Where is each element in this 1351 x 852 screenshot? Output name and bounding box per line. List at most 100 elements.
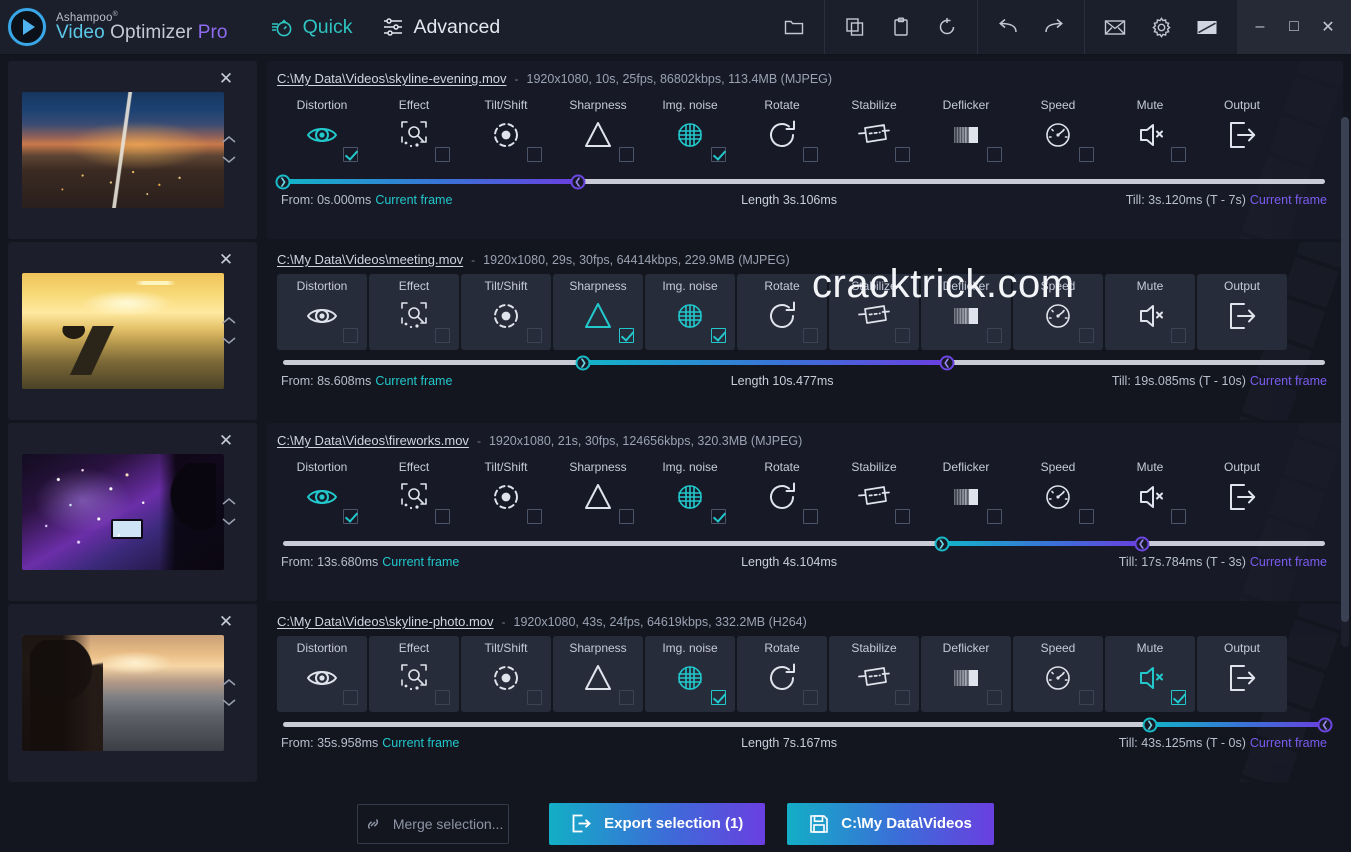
reset-icon[interactable] <box>933 13 961 41</box>
chevron-down-icon[interactable] <box>221 334 237 347</box>
file-path-link[interactable]: C:\My Data\Videos\skyline-evening.mov <box>277 71 507 86</box>
tool-checkbox-sharpness[interactable] <box>619 509 634 524</box>
thumbnail-image-skyline-photo[interactable] <box>22 635 224 751</box>
tool-speed[interactable]: Speed <box>1013 274 1103 350</box>
till-current-frame-link[interactable]: Current frame <box>1250 555 1327 569</box>
tool-output[interactable]: Output <box>1197 636 1287 712</box>
tool-checkbox-stabilize[interactable] <box>895 509 910 524</box>
tool-checkbox-mute[interactable] <box>1171 509 1186 524</box>
tab-quick[interactable]: Quick <box>270 15 352 39</box>
tool-output[interactable]: Output <box>1197 93 1287 169</box>
from-current-frame-link[interactable]: Current frame <box>382 555 459 569</box>
effect-icon[interactable] <box>397 299 431 333</box>
speed-gauge-icon[interactable] <box>1041 118 1075 152</box>
img-noise-grid-icon[interactable] <box>673 480 707 514</box>
tool-checkbox-img--noise[interactable] <box>711 509 726 524</box>
tool-tilt-shift[interactable]: Tilt/Shift <box>461 93 551 169</box>
output-export-icon[interactable] <box>1225 480 1259 514</box>
file-path-link[interactable]: C:\My Data\Videos\fireworks.mov <box>277 433 469 448</box>
export-selection-button[interactable]: Export selection (1) <box>549 802 766 845</box>
speed-gauge-icon[interactable] <box>1041 480 1075 514</box>
rotate-icon[interactable] <box>765 661 799 695</box>
tool-checkbox-deflicker[interactable] <box>987 328 1002 343</box>
tool-checkbox-effect[interactable] <box>435 147 450 162</box>
tool-checkbox-distortion[interactable] <box>343 509 358 524</box>
tool-checkbox-sharpness[interactable] <box>619 328 634 343</box>
mute-icon[interactable] <box>1133 480 1167 514</box>
tool-checkbox-tilt-shift[interactable] <box>527 690 542 705</box>
effect-icon[interactable] <box>397 118 431 152</box>
tool-rotate[interactable]: Rotate <box>737 636 827 712</box>
tool-checkbox-tilt-shift[interactable] <box>527 147 542 162</box>
tool-checkbox-mute[interactable] <box>1171 147 1186 162</box>
tab-advanced[interactable]: Advanced <box>382 16 500 39</box>
mute-icon[interactable] <box>1133 299 1167 333</box>
thumbnail-card[interactable]: ✕ <box>8 61 257 239</box>
tool-checkbox-stabilize[interactable] <box>895 328 910 343</box>
chevron-down-icon[interactable] <box>221 153 237 166</box>
distortion-eye-icon[interactable] <box>305 118 339 152</box>
tool-checkbox-img--noise[interactable] <box>711 147 726 162</box>
tool-speed[interactable]: Speed <box>1013 455 1103 531</box>
tool-rotate[interactable]: Rotate <box>737 455 827 531</box>
tool-checkbox-effect[interactable] <box>435 509 450 524</box>
img-noise-grid-icon[interactable] <box>673 661 707 695</box>
thumbnail-image-skyline-evening[interactable] <box>22 92 224 208</box>
tool-img--noise[interactable]: Img. noise <box>645 93 735 169</box>
tool-checkbox-img--noise[interactable] <box>711 328 726 343</box>
tool-speed[interactable]: Speed <box>1013 636 1103 712</box>
thumbnail-image-meeting[interactable] <box>22 273 224 389</box>
tool-effect[interactable]: Effect <box>369 636 459 712</box>
tool-checkbox-rotate[interactable] <box>803 328 818 343</box>
reorder-arrows[interactable] <box>221 677 237 709</box>
slider-handle-start[interactable]: ❯ <box>575 355 591 370</box>
mute-icon[interactable] <box>1133 118 1167 152</box>
tool-rotate[interactable]: Rotate <box>737 274 827 350</box>
mail-icon[interactable] <box>1101 13 1129 41</box>
img-noise-grid-icon[interactable] <box>673 118 707 152</box>
effect-icon[interactable] <box>397 661 431 695</box>
tool-checkbox-tilt-shift[interactable] <box>527 328 542 343</box>
trim-slider[interactable]: ❯ ❮ From: 8s.608ms Current frame Length 1… <box>277 355 1331 388</box>
tool-deflicker[interactable]: Deflicker <box>921 93 1011 169</box>
chevron-up-icon[interactable] <box>221 677 237 690</box>
tool-checkbox-speed[interactable] <box>1079 690 1094 705</box>
tool-mute[interactable]: Mute <box>1105 274 1195 350</box>
from-current-frame-link[interactable]: Current frame <box>382 736 459 750</box>
speed-gauge-icon[interactable] <box>1041 661 1075 695</box>
till-current-frame-link[interactable]: Current frame <box>1250 736 1327 750</box>
output-path-button[interactable]: C:\My Data\Videos <box>787 802 994 845</box>
thumbnail-card[interactable]: ✕ <box>8 423 257 601</box>
img-noise-grid-icon[interactable] <box>673 299 707 333</box>
tool-img--noise[interactable]: Img. noise <box>645 274 735 350</box>
tool-mute[interactable]: Mute <box>1105 93 1195 169</box>
redo-icon[interactable] <box>1040 13 1068 41</box>
effect-icon[interactable] <box>397 480 431 514</box>
scrollbar-thumb[interactable] <box>1341 117 1349 622</box>
tool-checkbox-effect[interactable] <box>435 690 450 705</box>
tool-sharpness[interactable]: Sharpness <box>553 274 643 350</box>
tool-effect[interactable]: Effect <box>369 274 459 350</box>
tool-checkbox-distortion[interactable] <box>343 328 358 343</box>
tool-checkbox-deflicker[interactable] <box>987 147 1002 162</box>
tool-tilt-shift[interactable]: Tilt/Shift <box>461 636 551 712</box>
deflicker-icon[interactable] <box>949 661 983 695</box>
rotate-icon[interactable] <box>765 118 799 152</box>
tool-tilt-shift[interactable]: Tilt/Shift <box>461 274 551 350</box>
distortion-eye-icon[interactable] <box>305 299 339 333</box>
tilt-shift-icon[interactable] <box>489 661 523 695</box>
slider-handle-end[interactable]: ❮ <box>1317 717 1333 732</box>
tool-output[interactable]: Output <box>1197 455 1287 531</box>
file-path-link[interactable]: C:\My Data\Videos\meeting.mov <box>277 252 463 267</box>
trim-slider[interactable]: ❯ ❮ From: 35s.958ms Current frame Length … <box>277 717 1333 750</box>
trim-slider[interactable]: ❯ ❮ From: 13s.680ms Current frame Length … <box>277 536 1331 569</box>
tool-distortion[interactable]: Distortion <box>277 455 367 531</box>
chevron-down-icon[interactable] <box>221 696 237 709</box>
tool-checkbox-sharpness[interactable] <box>619 147 634 162</box>
tool-distortion[interactable]: Distortion <box>277 274 367 350</box>
tool-effect[interactable]: Effect <box>369 455 459 531</box>
tool-deflicker[interactable]: Deflicker <box>921 274 1011 350</box>
tool-checkbox-deflicker[interactable] <box>987 509 1002 524</box>
close-icon[interactable]: ✕ <box>217 251 235 270</box>
slider-track[interactable]: ❯ ❮ <box>283 355 1325 370</box>
